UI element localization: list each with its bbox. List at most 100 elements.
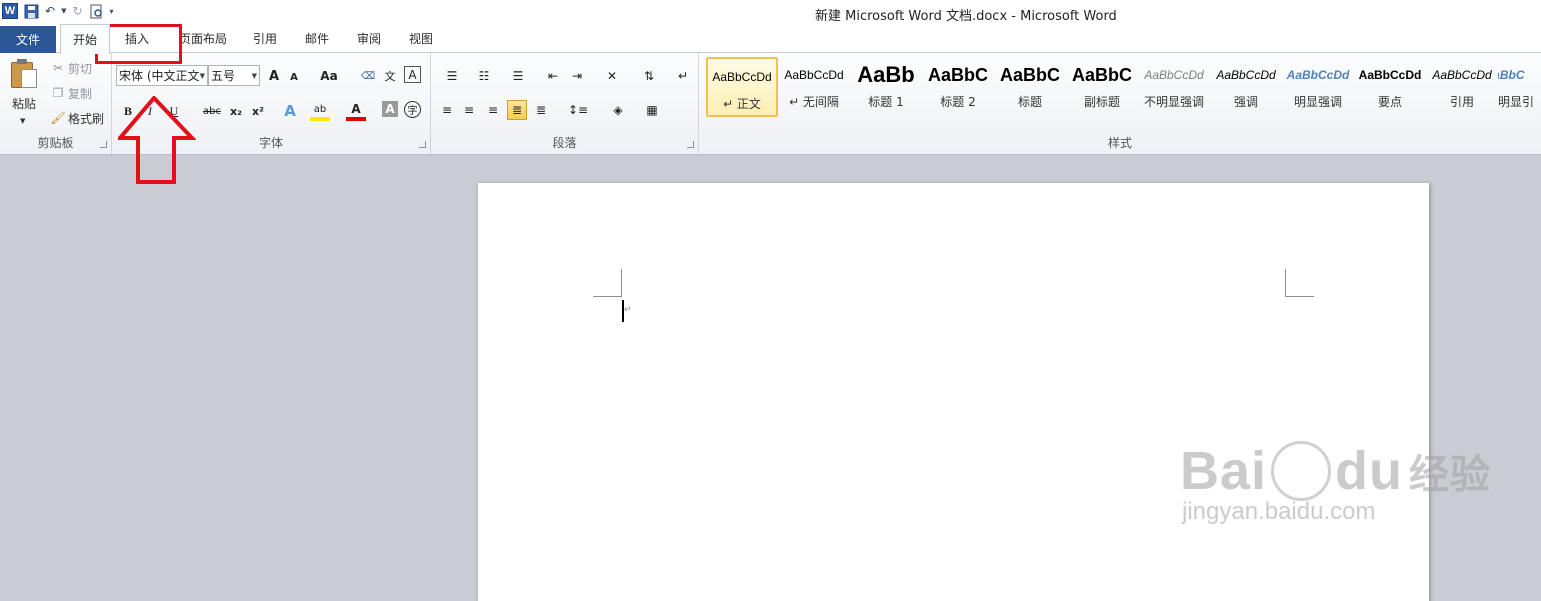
text-effects-icon: A: [284, 102, 296, 120]
font-size-combo[interactable]: 五号 ▼: [208, 65, 260, 86]
char-shading-button[interactable]: A: [382, 101, 398, 117]
style-no-spacing[interactable]: AaBbCcDd ↵ 无间隔: [778, 57, 850, 117]
undo-dropdown-icon[interactable]: ▼: [61, 3, 66, 19]
font-name-value: 宋体 (中文正文: [119, 69, 200, 83]
tab-review[interactable]: 审阅: [348, 24, 390, 53]
align-center-icon: ≡: [463, 103, 475, 117]
word-logo-icon[interactable]: W: [2, 3, 18, 19]
font-name-combo[interactable]: 宋体 (中文正文 ▼: [116, 65, 208, 86]
copy-icon: ❐: [52, 86, 64, 100]
paint-bucket-icon: ◈: [613, 103, 623, 117]
print-preview-icon[interactable]: [89, 3, 104, 19]
align-right-button[interactable]: ≡: [483, 100, 503, 120]
enclose-char-button[interactable]: 字: [404, 101, 421, 118]
grow-font-button[interactable]: A: [264, 66, 284, 86]
style-sample: AaBbCcDd: [1144, 68, 1204, 82]
char-border-button[interactable]: A: [404, 66, 421, 83]
styles-gallery: AaBbCcDd ↵ 正文 AaBbCcDd ↵ 无间隔 AaBb 标题 1 A…: [706, 57, 1541, 119]
style-sample: AaBbC: [1071, 64, 1132, 85]
style-sample: AaBbC: [1498, 68, 1525, 82]
multilevel-list-icon: ☰: [512, 69, 524, 83]
change-case-button[interactable]: Aa: [316, 66, 342, 86]
pinyin-guide-button[interactable]: 文: [380, 66, 400, 86]
shrink-font-button[interactable]: A: [284, 67, 304, 87]
style-sample: AaBb: [857, 62, 915, 87]
format-painter-button[interactable]: 🖌 格式刷: [50, 108, 104, 128]
copy-button[interactable]: ❐ 复制: [50, 83, 92, 103]
decrease-indent-button[interactable]: ⇤: [543, 66, 563, 86]
style-name: 引用: [1449, 95, 1474, 109]
style-subtle-emphasis[interactable]: AaBbCcDd 不明显强调: [1138, 57, 1210, 117]
tab-home[interactable]: 开始: [60, 24, 110, 54]
style-intense-emphasis[interactable]: AaBbCcDd 明显强调: [1282, 57, 1354, 117]
text-effects-button[interactable]: A: [280, 101, 300, 121]
tab-file[interactable]: 文件: [0, 26, 56, 53]
save-icon[interactable]: [24, 3, 39, 19]
paragraph-dialog-launcher-icon[interactable]: [687, 141, 694, 148]
paste-icon[interactable]: [9, 59, 39, 89]
clipboard-group: 粘贴 ▼ ✂ 剪切 ❐ 复制 🖌 格式刷 剪贴板: [0, 53, 112, 154]
redo-icon[interactable]: ↻: [72, 3, 82, 19]
style-normal[interactable]: AaBbCcDd ↵ 正文: [706, 57, 778, 117]
crop-mark-top-right-vertical: [1285, 269, 1286, 297]
style-quote[interactable]: AaBbCcDd 引用: [1426, 57, 1498, 117]
style-heading-1[interactable]: AaBb 标题 1: [850, 57, 922, 117]
sort-icon: ⇅: [643, 69, 655, 83]
font-size-dropdown-icon[interactable]: ▼: [252, 72, 257, 80]
increase-indent-button[interactable]: ⇥: [567, 66, 587, 86]
align-left-button[interactable]: ≡: [437, 100, 457, 120]
style-sample: AaBbCcDd: [712, 70, 772, 84]
style-heading-2[interactable]: AaBbC 标题 2: [922, 57, 994, 117]
superscript-button[interactable]: x²: [248, 101, 268, 121]
distributed-button[interactable]: ≣: [531, 100, 551, 120]
paste-dropdown-icon[interactable]: ▼: [20, 111, 25, 131]
document-page[interactable]: ↵: [478, 183, 1429, 601]
style-strong[interactable]: AaBbCcDd 要点: [1354, 57, 1426, 117]
bullets-button[interactable]: ☰: [439, 66, 465, 86]
chinese-layout-button[interactable]: ✕: [599, 66, 625, 86]
clear-format-button[interactable]: ⌫: [358, 66, 378, 86]
quick-access-toolbar: W ↶ ▼ ↻ ▾: [2, 3, 114, 19]
numbering-button[interactable]: ☷: [471, 66, 497, 86]
paragraph-mark-icon: ↵: [677, 69, 689, 83]
font-name-dropdown-icon[interactable]: ▼: [200, 72, 205, 80]
strikethrough-button[interactable]: abc: [200, 101, 224, 121]
justify-button[interactable]: ≣: [507, 100, 527, 120]
style-subtitle[interactable]: AaBbC 副标题: [1066, 57, 1138, 117]
style-emphasis[interactable]: AaBbCcDd 强调: [1210, 57, 1282, 117]
font-size-value: 五号: [211, 69, 236, 83]
tab-mailings[interactable]: 邮件: [296, 24, 338, 53]
chinese-layout-icon: ✕: [606, 69, 618, 83]
paste-button[interactable]: 粘贴: [12, 93, 36, 113]
font-color-button[interactable]: A: [346, 101, 366, 121]
document-area: ↵: [0, 155, 1541, 601]
multilevel-list-button[interactable]: ☰: [505, 66, 531, 86]
ribbon-tabs: 文件 开始 插入 页面布局 引用 邮件 审阅 视图: [0, 24, 1541, 54]
line-spacing-button[interactable]: ↕≡: [565, 100, 591, 120]
style-name: 强调: [1233, 95, 1258, 109]
align-center-button[interactable]: ≡: [459, 100, 479, 120]
borders-button[interactable]: ▦: [639, 100, 665, 120]
tab-references[interactable]: 引用: [244, 24, 286, 53]
style-intense-quote[interactable]: AaBbC 明显引: [1498, 57, 1541, 117]
title-bar: W ↶ ▼ ↻ ▾ 新建 Microsoft Word 文档.docx - Mi…: [0, 0, 1541, 24]
paw-icon: [1271, 441, 1332, 501]
style-sample: AaBbCcDd: [1358, 68, 1422, 82]
sort-button[interactable]: ⇅: [639, 66, 659, 86]
style-title[interactable]: AaBbC 标题: [994, 57, 1066, 117]
baidu-watermark: Bai du 经验 jingyan.baidu.com: [1180, 440, 1491, 526]
customize-qat-icon[interactable]: ▾: [110, 3, 114, 19]
undo-icon[interactable]: ↶: [45, 3, 55, 19]
tab-view[interactable]: 视图: [400, 24, 442, 53]
subscript-button[interactable]: x₂: [226, 101, 246, 121]
cut-button[interactable]: ✂ 剪切: [50, 58, 92, 78]
shading-button[interactable]: ◈: [605, 100, 631, 120]
style-sample: AaBbCcDd: [1216, 68, 1276, 82]
style-name: 标题 1: [868, 95, 904, 109]
highlight-button[interactable]: ab: [310, 101, 330, 121]
show-marks-button[interactable]: ↵: [673, 66, 693, 86]
style-name: 标题: [1017, 95, 1042, 109]
align-left-icon: ≡: [441, 103, 453, 117]
font-dialog-launcher-icon[interactable]: [419, 141, 426, 148]
clipboard-dialog-launcher-icon[interactable]: [100, 141, 107, 148]
